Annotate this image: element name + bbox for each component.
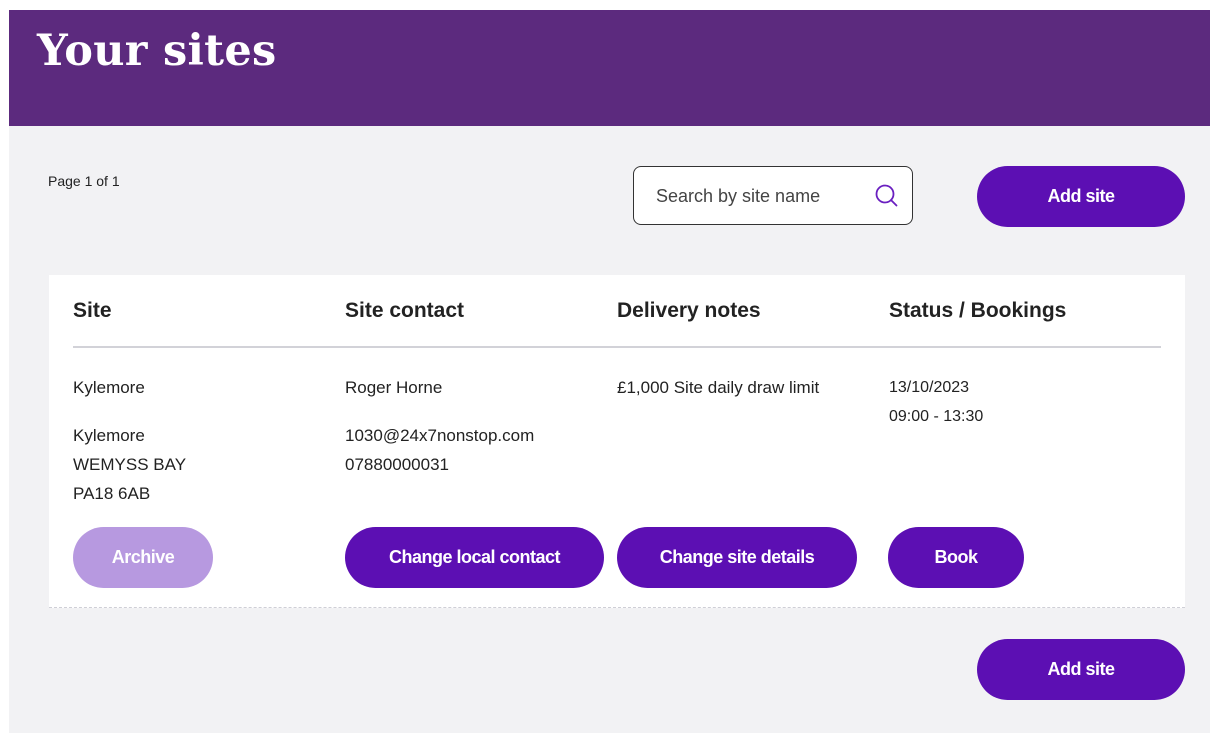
table-header-divider [73,346,1161,348]
pagination-label: Page 1 of 1 [48,173,120,189]
search-box[interactable] [633,166,913,225]
booking-time: 09:00 - 13:30 [889,408,984,425]
change-site-details-button[interactable]: Change site details [617,527,857,588]
column-header-status-bookings: Status / Bookings [889,299,1067,322]
contact-email: 1030@24x7nonstop.com [345,426,535,445]
sites-table: Site Site contact Delivery notes Status … [49,275,1185,608]
archive-button[interactable]: Archive [73,527,213,588]
contact-name: Roger Horne [345,378,443,397]
contact-phone: 07880000031 [345,455,450,474]
address-line-1: Kylemore [73,426,145,445]
change-local-contact-button[interactable]: Change local contact [345,527,604,588]
search-icon[interactable] [874,183,900,209]
address-postcode: PA18 6AB [73,484,151,503]
address-line-2: WEMYSS BAY [73,455,187,474]
page-header: Your sites [9,10,1210,126]
book-button[interactable]: Book [888,527,1024,588]
search-input[interactable] [654,181,868,211]
delivery-notes: £1,000 Site daily draw limit [617,378,820,397]
booking-date: 13/10/2023 [889,379,970,396]
site-address: Kylemore WEMYSS BAY PA18 6AB [73,421,186,508]
page: Your sites Page 1 of 1 Add site Site Sit… [9,10,1210,733]
column-header-delivery-notes: Delivery notes [617,299,761,322]
site-name: Kylemore [73,378,145,397]
add-site-button[interactable]: Add site [977,166,1185,227]
column-header-site: Site [73,299,112,322]
column-header-site-contact: Site contact [345,299,465,322]
page-title: Your sites [37,26,277,76]
add-site-button-bottom[interactable]: Add site [977,639,1185,700]
